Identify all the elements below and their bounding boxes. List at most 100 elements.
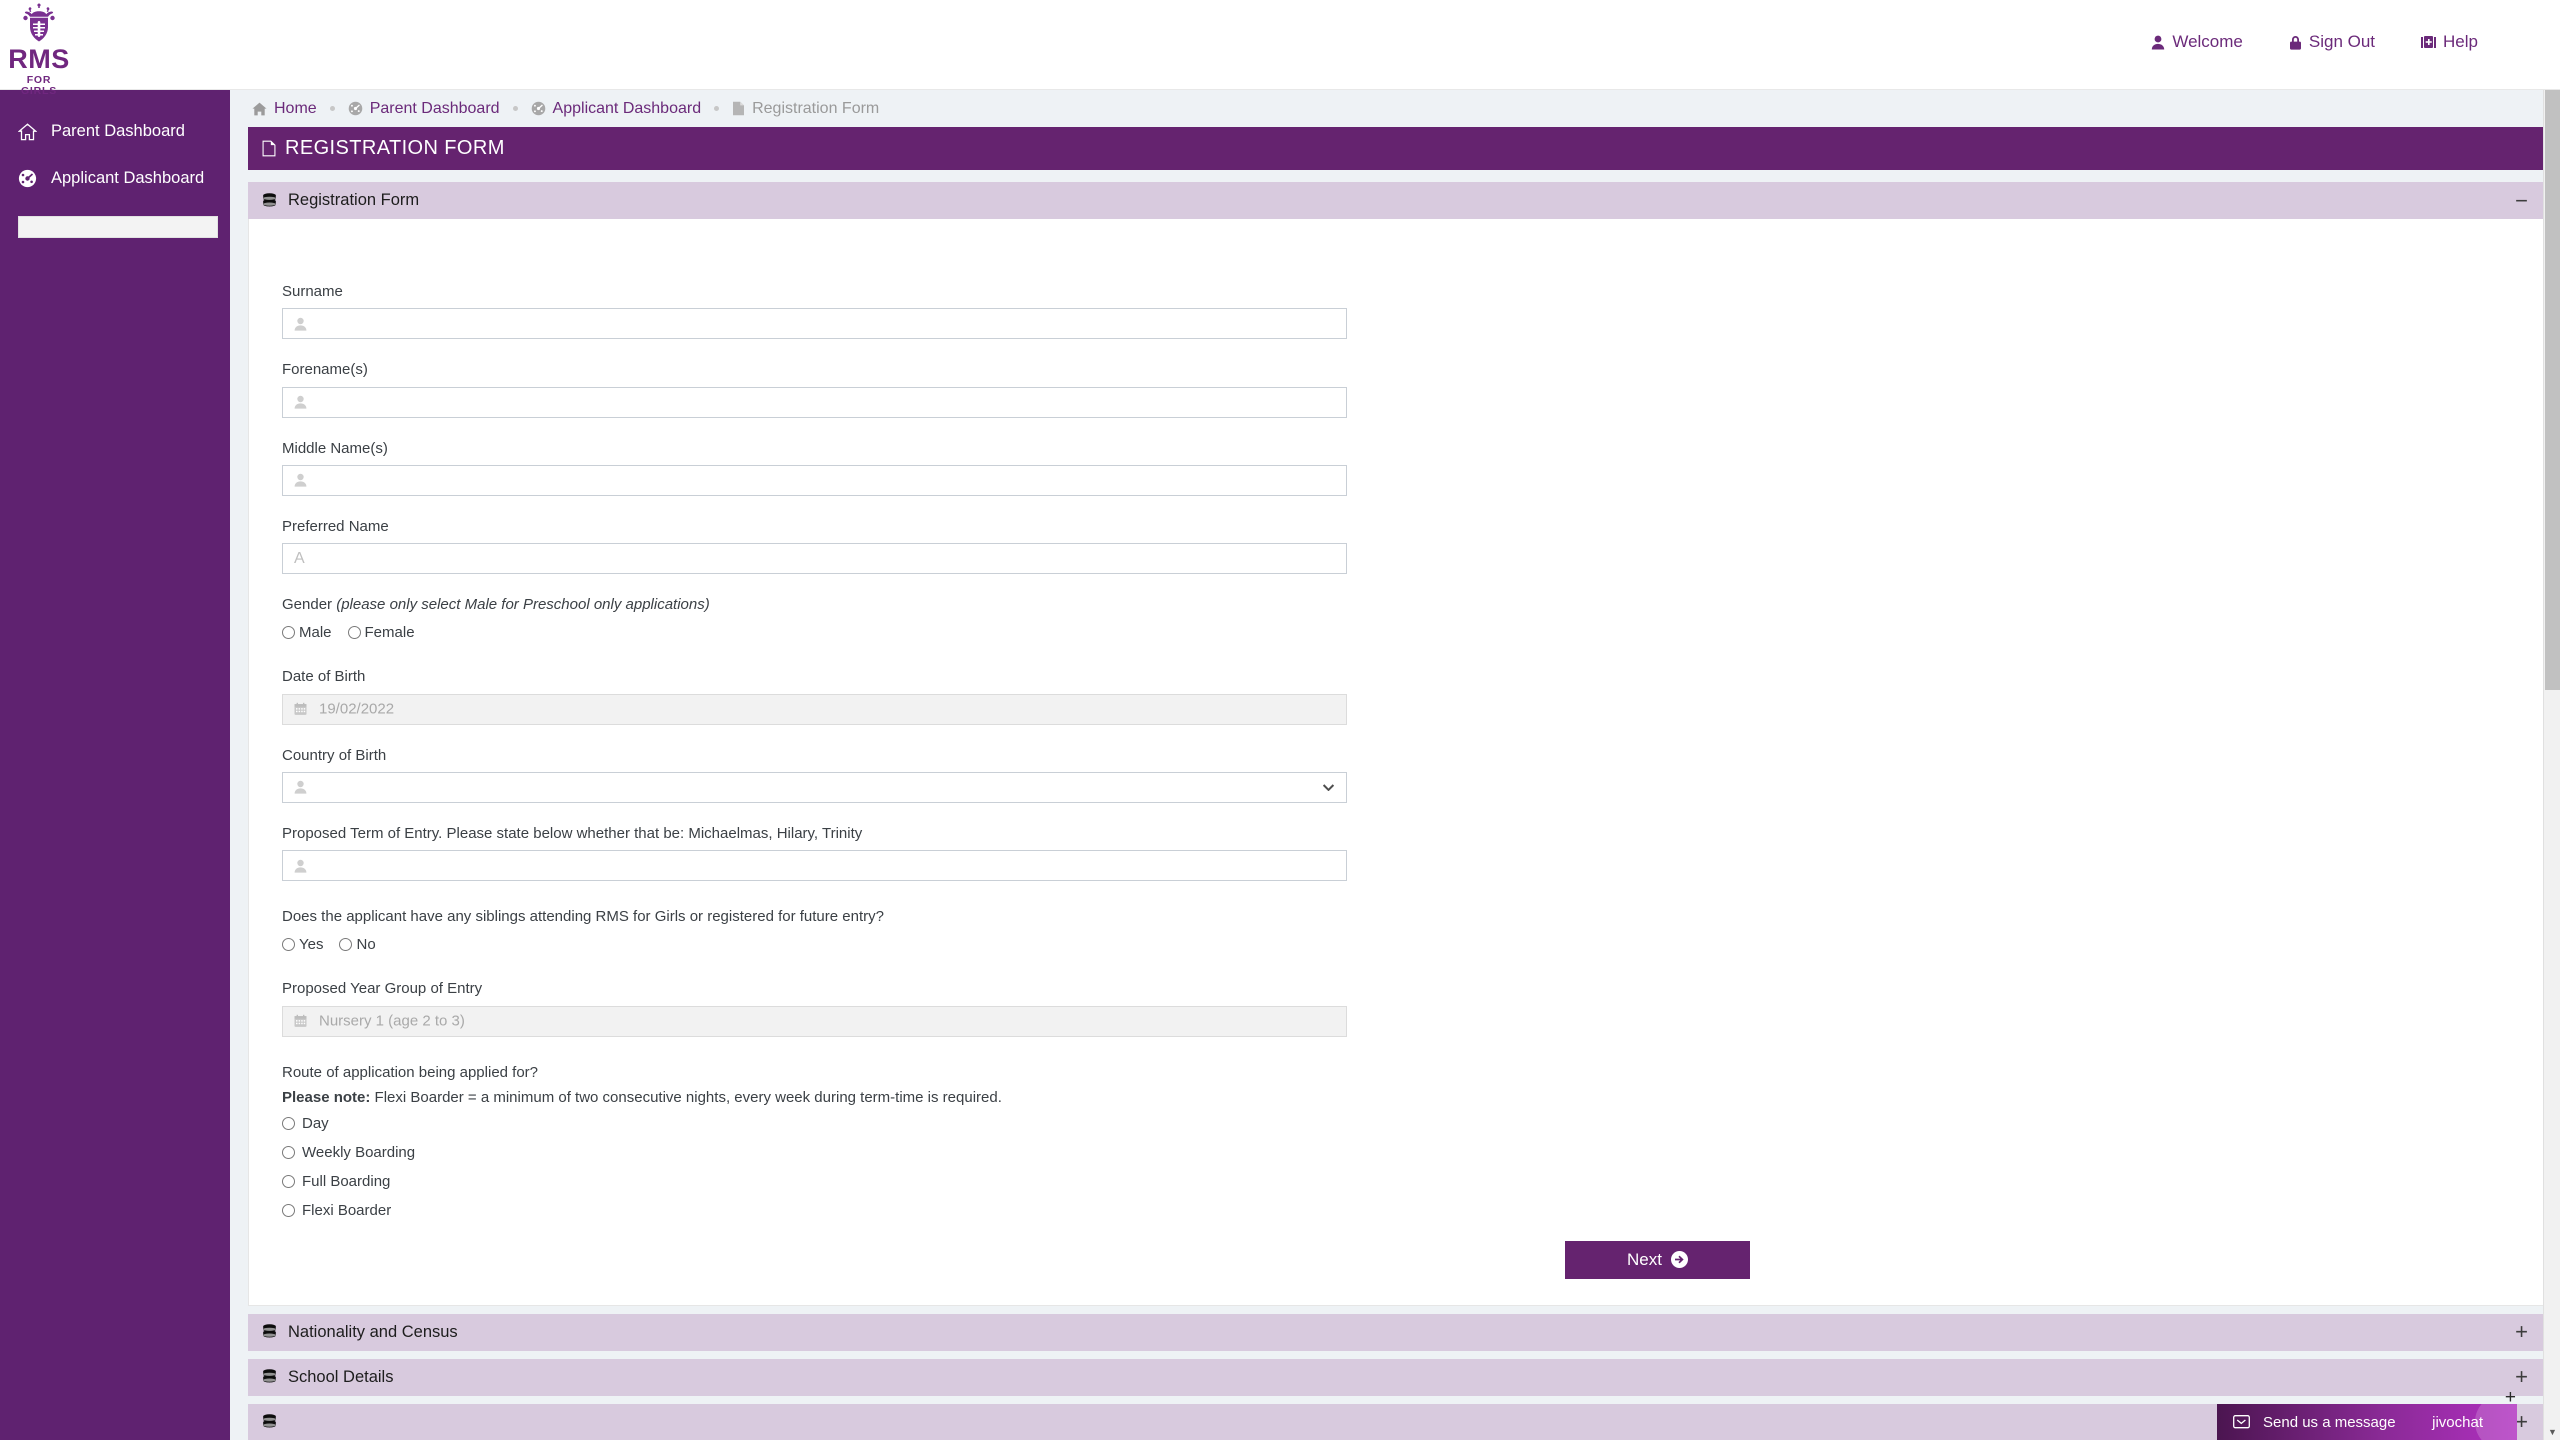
page-scrollbar[interactable]: ▼ — [2543, 90, 2560, 1440]
panel-body-registration-form: Surname Forename(s) Middle Name(s) Prefe… — [248, 219, 2546, 1306]
label-gender: Gender (please only select Male for Pres… — [282, 595, 2545, 615]
document-icon — [262, 140, 276, 157]
panel-next-section: + — [248, 1403, 2546, 1440]
input-year-group[interactable]: Nursery 1 (age 2 to 3) — [282, 1005, 1347, 1037]
home-icon — [18, 122, 37, 140]
field-group-middle-names: Middle Name(s) — [249, 439, 2545, 496]
dashboard-gauge-icon — [18, 169, 37, 188]
label-date-of-birth: Date of Birth — [282, 668, 366, 686]
sidebar-item-applicant-dashboard[interactable]: Applicant Dashboard — [0, 155, 230, 202]
radio-route-weekly-boarding-row[interactable]: Weekly Boarding — [282, 1144, 2545, 1161]
radio-route-flexi-boarder[interactable] — [282, 1203, 295, 1217]
panel-header-school-details[interactable]: School Details + — [248, 1358, 2546, 1396]
sidebar-search-input[interactable] — [18, 216, 218, 238]
breadcrumb-item-parent-dashboard-label: Parent Dashboard — [369, 99, 500, 117]
header-link-sign-out-label: Sign Out — [2308, 32, 2376, 51]
radio-route-full-boarding[interactable] — [282, 1174, 295, 1188]
user-icon — [294, 395, 307, 409]
field-group-route: Route of application being applied for? … — [249, 1063, 2545, 1219]
radio-route-full-boarding-label: Full Boarding — [302, 1172, 391, 1190]
header-link-welcome[interactable]: Welcome — [2151, 32, 2243, 52]
chevron-down-icon — [1322, 778, 1335, 796]
breadcrumb-item-registration-form: Registration Form — [732, 100, 879, 118]
field-group-forenames: Forename(s) — [249, 360, 2545, 418]
radio-group-siblings: Yes No — [282, 936, 2545, 953]
panel-expand-toggle[interactable]: + — [2515, 1411, 2528, 1433]
select-country-of-birth[interactable] — [282, 771, 1347, 803]
header-link-welcome-label: Welcome — [2172, 32, 2243, 51]
radio-gender-female[interactable] — [347, 626, 361, 640]
breadcrumb-item-parent-dashboard[interactable]: Parent Dashboard — [348, 100, 500, 118]
sidebar-item-parent-dashboard[interactable]: Parent Dashboard — [0, 108, 230, 155]
panel-registration-form: Registration Form − Surname Forename(s) — [248, 182, 2546, 1306]
radio-siblings-yes[interactable] — [282, 938, 295, 952]
radio-group-gender: Male Female — [282, 624, 2545, 641]
breadcrumb-item-applicant-dashboard[interactable]: Applicant Dashboard — [531, 100, 701, 118]
panel-title-school-details: School Details — [288, 1367, 394, 1386]
breadcrumb-item-home[interactable]: Home — [252, 100, 317, 118]
radio-route-flexi-boarder-label: Flexi Boarder — [302, 1201, 392, 1219]
scrollbar-down-arrow[interactable]: ▼ — [2544, 1423, 2560, 1440]
breadcrumb-item-home-label: Home — [274, 99, 317, 117]
scrollbar-thumb[interactable] — [2545, 90, 2560, 690]
brand-name: RMS — [8, 44, 70, 74]
field-group-year-group: Proposed Year Group of Entry Nursery 1 (… — [249, 979, 2545, 1037]
radio-route-day-row[interactable]: Day — [282, 1115, 2545, 1132]
dashboard-gauge-icon — [531, 101, 545, 116]
note-route: Please note: Flexi Boarder = a minimum o… — [282, 1089, 2545, 1106]
placeholder-date-of-birth: 19/02/2022 — [319, 700, 395, 718]
header-link-help[interactable]: Help — [2421, 32, 2478, 52]
input-preferred-name[interactable]: A — [282, 543, 1347, 574]
label-gender-main: Gender — [282, 596, 337, 613]
chat-widget[interactable]: Send us a message jivochat — [2217, 1404, 2517, 1440]
panel-expand-toggle[interactable]: + — [2515, 1321, 2528, 1343]
radio-route-day[interactable] — [282, 1116, 295, 1130]
radio-siblings-no[interactable] — [339, 938, 353, 952]
chat-widget-message: Send us a message — [2263, 1413, 2396, 1431]
breadcrumb: Home Parent Dashboard Applicant Dashboar… — [230, 90, 2560, 127]
field-group-siblings: Does the applicant have any siblings att… — [249, 907, 2545, 953]
radio-gender-male[interactable] — [282, 626, 295, 640]
header-link-help-label: Help — [2443, 32, 2478, 51]
label-middle-names: Middle Name(s) — [282, 439, 388, 457]
header-link-sign-out[interactable]: Sign Out — [2289, 32, 2375, 52]
brand-tagline: FOR GIRLS — [20, 74, 58, 97]
next-button[interactable]: Next — [1565, 1240, 1750, 1279]
panel-header-registration-form[interactable]: Registration Form − — [248, 182, 2546, 219]
chat-widget-expand-button[interactable]: + — [2505, 1388, 2516, 1407]
panel-header-nationality-and-census[interactable]: Nationality and Census + — [248, 1313, 2546, 1351]
main-content: Home Parent Dashboard Applicant Dashboar… — [230, 90, 2560, 1440]
breadcrumb-separator — [714, 106, 720, 111]
panel-collapse-toggle[interactable]: − — [2515, 189, 2528, 212]
panel-expand-toggle[interactable]: + — [2515, 1366, 2528, 1388]
sidebar-item-applicant-dashboard-label: Applicant Dashboard — [51, 169, 205, 187]
document-icon — [733, 101, 745, 116]
input-surname[interactable] — [282, 308, 1347, 340]
panel-school-details: School Details + — [248, 1358, 2546, 1396]
input-middle-names[interactable] — [282, 464, 1347, 496]
label-preferred-name: Preferred Name — [282, 517, 389, 535]
user-icon — [294, 780, 307, 794]
panel-header-next-section[interactable]: + — [248, 1403, 2546, 1440]
radio-siblings-yes-label: Yes — [299, 936, 324, 954]
radio-route-weekly-boarding[interactable] — [282, 1145, 295, 1159]
input-date-of-birth[interactable]: 19/02/2022 — [282, 693, 1347, 725]
dashboard-gauge-icon — [348, 101, 362, 116]
field-group-country-of-birth: Country of Birth — [249, 746, 2545, 803]
field-group-proposed-term: Proposed Term of Entry. Please state bel… — [249, 824, 2545, 881]
radio-gender-female-label: Female — [364, 624, 415, 642]
label-siblings: Does the applicant have any siblings att… — [282, 908, 884, 925]
next-button-wrap: Next — [249, 1240, 2545, 1279]
panel-title-nationality-and-census: Nationality and Census — [288, 1322, 458, 1341]
input-forenames[interactable] — [282, 386, 1347, 418]
lock-icon — [2289, 35, 2301, 50]
school-crest-icon — [23, 3, 55, 42]
radio-route-day-label: Day — [302, 1114, 329, 1132]
placeholder-year-group: Nursery 1 (age 2 to 3) — [319, 1012, 465, 1030]
radio-route-full-boarding-row[interactable]: Full Boarding — [282, 1173, 2545, 1190]
radio-route-flexi-boarder-row[interactable]: Flexi Boarder — [282, 1202, 2545, 1219]
input-proposed-term[interactable] — [282, 850, 1347, 881]
brand-logo[interactable]: RMS FOR GIRLS — [8, 2, 70, 96]
user-icon — [2152, 35, 2165, 49]
header-links: Welcome Sign Out Help — [2151, 32, 2478, 52]
